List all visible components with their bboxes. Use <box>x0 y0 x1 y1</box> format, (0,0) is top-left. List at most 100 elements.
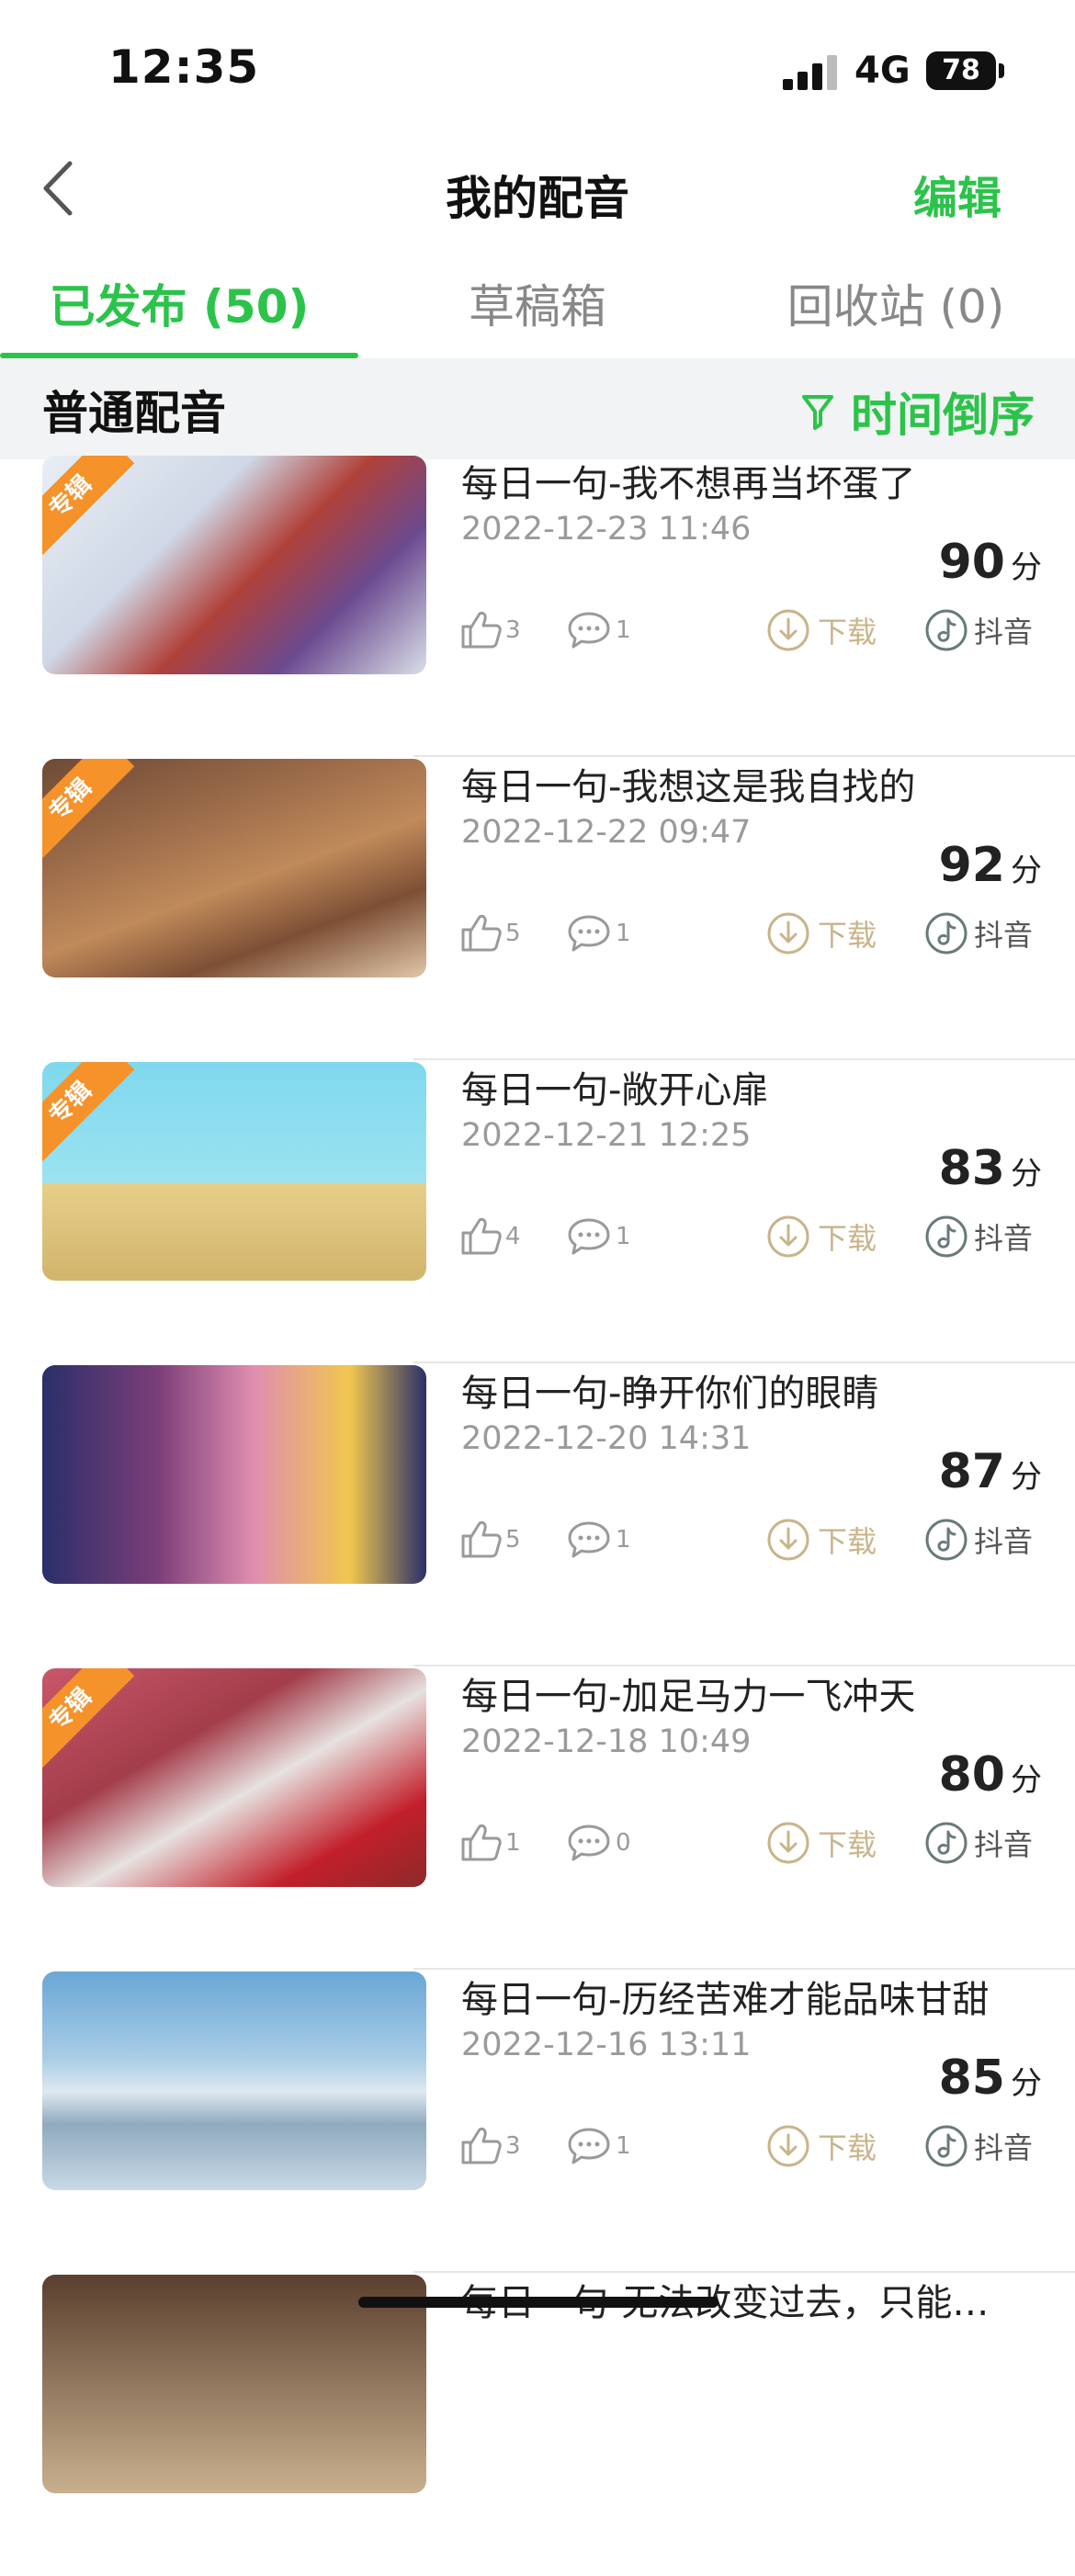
signal-icon <box>783 53 840 90</box>
list-item[interactable]: 每日一句-无法改变过去，只能… <box>0 2273 1075 2576</box>
filter-icon <box>802 395 833 430</box>
thumbs-up-icon <box>461 1217 502 1255</box>
thumbs-up-icon <box>461 611 502 649</box>
list-item[interactable]: 专辑 每日一句-我想这是我自找的 2022-12-22 09:47 92 分 5 1 下载 抖音 <box>0 757 1075 1060</box>
album-badge: 专辑 <box>42 759 135 864</box>
download-button[interactable]: 下载 <box>766 1215 877 1259</box>
score-value: 80 <box>938 1747 1005 1802</box>
score-value: 92 <box>938 838 1005 893</box>
douyin-icon <box>925 1519 968 1561</box>
comment-icon <box>568 1521 610 1558</box>
douyin-share-button[interactable]: 抖音 <box>924 1518 1033 1562</box>
like-button[interactable]: 5 <box>459 1520 521 1560</box>
comment-count: 1 <box>616 920 631 947</box>
tab-bar: 已发布 (50) 草稿箱 回收站 (0) <box>0 248 1075 358</box>
tab-drafts[interactable]: 草稿箱 <box>358 270 717 336</box>
item-title: 每日一句-我不想再当坏蛋了 <box>461 463 916 505</box>
download-icon <box>767 1215 809 1258</box>
list-item[interactable]: 每日一句-历经苦难才能品味甘甜 2022-12-16 13:11 85 分 3 1 下载 抖音 <box>0 1970 1075 2273</box>
douyin-icon <box>925 1215 968 1258</box>
score: 80 分 <box>939 1747 1042 1802</box>
thumbs-up-icon <box>461 914 502 952</box>
douyin-share-button[interactable]: 抖音 <box>924 911 1033 955</box>
like-button[interactable]: 1 <box>459 1823 521 1863</box>
download-label: 下载 <box>818 2130 877 2165</box>
download-button[interactable]: 下载 <box>766 1821 877 1865</box>
download-label: 下载 <box>818 1221 877 1256</box>
comment-icon <box>568 1825 610 1861</box>
home-indicator <box>358 2297 719 2308</box>
score: 90 分 <box>939 535 1042 590</box>
like-button[interactable]: 5 <box>459 913 521 954</box>
video-thumbnail[interactable]: 专辑 <box>42 1062 426 1281</box>
video-thumbnail[interactable] <box>42 1972 426 2190</box>
score: 83 分 <box>939 1141 1042 1196</box>
item-title: 每日一句-历经苦难才能品味甘甜 <box>461 1979 990 2021</box>
download-label: 下载 <box>818 615 877 650</box>
douyin-label: 抖音 <box>974 918 1034 953</box>
download-button[interactable]: 下载 <box>766 2124 877 2168</box>
category-label[interactable]: 普通配音 <box>42 377 226 443</box>
download-button[interactable]: 下载 <box>766 1518 877 1562</box>
download-button[interactable]: 下载 <box>766 911 877 955</box>
download-icon <box>767 2125 809 2167</box>
item-date: 2022-12-23 11:46 <box>461 511 752 548</box>
comment-count: 1 <box>616 2132 631 2160</box>
like-button[interactable]: 4 <box>459 1216 521 1257</box>
sort-button[interactable]: 时间倒序 <box>801 378 1035 445</box>
item-date: 2022-12-22 09:47 <box>461 814 752 851</box>
comment-icon <box>568 1218 610 1255</box>
comment-count: 1 <box>616 616 631 644</box>
like-button[interactable]: 3 <box>459 610 521 650</box>
item-title: 每日一句-敞开心扉 <box>461 1069 769 1112</box>
score: 87 分 <box>939 1444 1042 1499</box>
thumbs-up-icon <box>461 1520 502 1558</box>
comment-button[interactable]: 1 <box>566 610 631 650</box>
comment-button[interactable]: 1 <box>566 913 631 954</box>
item-title: 每日一句-加足马力一飞冲天 <box>461 1676 916 1718</box>
network-type: 4G <box>854 50 911 92</box>
comment-button[interactable]: 1 <box>566 1216 631 1257</box>
album-badge: 专辑 <box>42 456 135 561</box>
download-button[interactable]: 下载 <box>766 608 877 652</box>
thumbs-up-icon <box>461 2127 502 2164</box>
download-label: 下载 <box>818 1524 877 1559</box>
comment-button[interactable]: 0 <box>566 1823 631 1863</box>
douyin-share-button[interactable]: 抖音 <box>924 1215 1033 1259</box>
score-unit: 分 <box>1011 1459 1042 1496</box>
list-item[interactable]: 专辑 每日一句-敞开心扉 2022-12-21 12:25 83 分 4 1 下载 抖音 <box>0 1060 1075 1363</box>
like-button[interactable]: 3 <box>459 2126 521 2166</box>
comment-icon <box>568 2128 610 2164</box>
video-thumbnail[interactable] <box>42 1365 426 1584</box>
score-unit: 分 <box>1011 853 1042 889</box>
score-value: 87 <box>938 1444 1005 1499</box>
douyin-label: 抖音 <box>974 1827 1034 1862</box>
douyin-icon <box>925 1822 968 1864</box>
battery-tip <box>999 63 1004 78</box>
douyin-share-button[interactable]: 抖音 <box>924 2124 1033 2168</box>
video-thumbnail[interactable]: 专辑 <box>42 759 426 977</box>
tab-recycle-bin[interactable]: 回收站 (0) <box>717 270 1075 336</box>
like-count: 4 <box>505 1223 521 1250</box>
comment-button[interactable]: 1 <box>566 1520 631 1560</box>
list-item[interactable]: 专辑 每日一句-我不想再当坏蛋了 2022-12-23 11:46 90 分 3 1 下载 抖音 <box>0 454 1075 757</box>
douyin-share-button[interactable]: 抖音 <box>924 1821 1033 1865</box>
like-count: 3 <box>505 2132 521 2160</box>
download-icon <box>767 912 809 955</box>
comment-button[interactable]: 1 <box>566 2126 631 2166</box>
like-count: 5 <box>505 1526 521 1554</box>
comment-icon <box>568 915 610 952</box>
score-value: 83 <box>938 1141 1005 1196</box>
video-thumbnail[interactable]: 专辑 <box>42 1668 426 1887</box>
download-label: 下载 <box>818 1827 877 1862</box>
comment-count: 0 <box>616 1829 631 1857</box>
douyin-share-button[interactable]: 抖音 <box>924 608 1033 652</box>
edit-button[interactable]: 编辑 <box>913 162 1001 226</box>
video-thumbnail[interactable]: 专辑 <box>42 456 426 674</box>
tab-published[interactable]: 已发布 (50) <box>0 270 358 336</box>
battery-icon: 78 <box>926 51 996 90</box>
list-item[interactable]: 每日一句-睁开你们的眼睛 2022-12-20 14:31 87 分 5 1 下载 抖音 <box>0 1363 1075 1666</box>
list-item[interactable]: 专辑 每日一句-加足马力一飞冲天 2022-12-18 10:49 80 分 1 0 下载 抖音 <box>0 1666 1075 1970</box>
filter-bar: 普通配音 时间倒序 <box>0 358 1075 459</box>
douyin-label: 抖音 <box>974 1524 1034 1559</box>
